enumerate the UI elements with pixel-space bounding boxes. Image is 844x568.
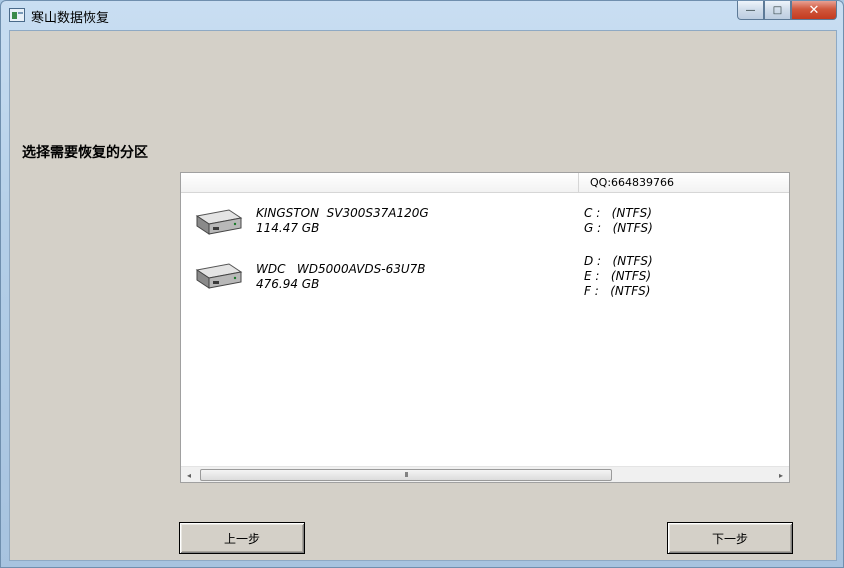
page-heading: 选择需要恢复的分区: [22, 145, 148, 161]
partition-item[interactable]: F : (NTFS): [584, 284, 653, 299]
partition-item[interactable]: D : (NTFS): [584, 254, 653, 269]
scroll-thumb[interactable]: III: [200, 469, 612, 481]
close-icon: ✕: [808, 2, 820, 18]
hard-drive-icon: [195, 209, 243, 235]
hard-drive-icon: [195, 263, 243, 289]
partition-item[interactable]: C : (NTFS): [584, 206, 653, 221]
disk-name: WDC WD5000AVDS-63U7B: [256, 262, 426, 276]
close-button[interactable]: ✕: [791, 1, 837, 20]
disk-size: 114.47 GB: [256, 221, 320, 235]
column-divider[interactable]: [578, 173, 579, 192]
scroll-right-icon[interactable]: ▸: [773, 467, 789, 483]
client-area: 选择需要恢复的分区 QQ:664839766 KINGSTON SV300S37…: [9, 30, 837, 561]
app-icon: [9, 8, 25, 22]
partition-item[interactable]: G : (NTFS): [584, 221, 653, 236]
minimize-icon: —: [745, 4, 756, 16]
disk-row[interactable]: KINGSTON SV300S37A120G 114.47 GB C : (NT…: [181, 206, 789, 251]
disk-row[interactable]: WDC WD5000AVDS-63U7B 476.94 GB D : (NTFS…: [181, 254, 789, 304]
maximize-button[interactable]: □: [764, 1, 791, 20]
maximize-icon: □: [772, 4, 783, 16]
scroll-left-icon[interactable]: ◂: [181, 467, 197, 483]
window-title: 寒山数据恢复: [31, 11, 110, 26]
list-header: QQ:664839766: [181, 173, 789, 193]
disk-name: KINGSTON SV300S37A120G: [256, 206, 429, 220]
app-window: 寒山数据恢复 — □ ✕ 选择需要恢复的分区 QQ:664839766 KING…: [0, 0, 844, 568]
title-bar[interactable]: 寒山数据恢复 — □ ✕: [1, 1, 843, 29]
qq-contact-label: QQ:664839766: [590, 176, 675, 189]
partition-list: D : (NTFS) E : (NTFS) F : (NTFS): [584, 254, 653, 299]
minimize-button[interactable]: —: [737, 1, 764, 20]
caption-buttons: — □ ✕: [737, 1, 837, 21]
partition-item[interactable]: E : (NTFS): [584, 269, 653, 284]
previous-step-button[interactable]: 上一步: [179, 522, 305, 554]
horizontal-scrollbar[interactable]: ◂ III ▸: [181, 466, 789, 482]
disk-size: 476.94 GB: [256, 277, 320, 291]
disk-partition-list[interactable]: QQ:664839766 KINGSTON SV300S37A120G 114.…: [180, 172, 790, 483]
partition-list: C : (NTFS) G : (NTFS): [584, 206, 653, 236]
grip-icon: III: [404, 471, 408, 479]
next-step-button[interactable]: 下一步: [667, 522, 793, 554]
